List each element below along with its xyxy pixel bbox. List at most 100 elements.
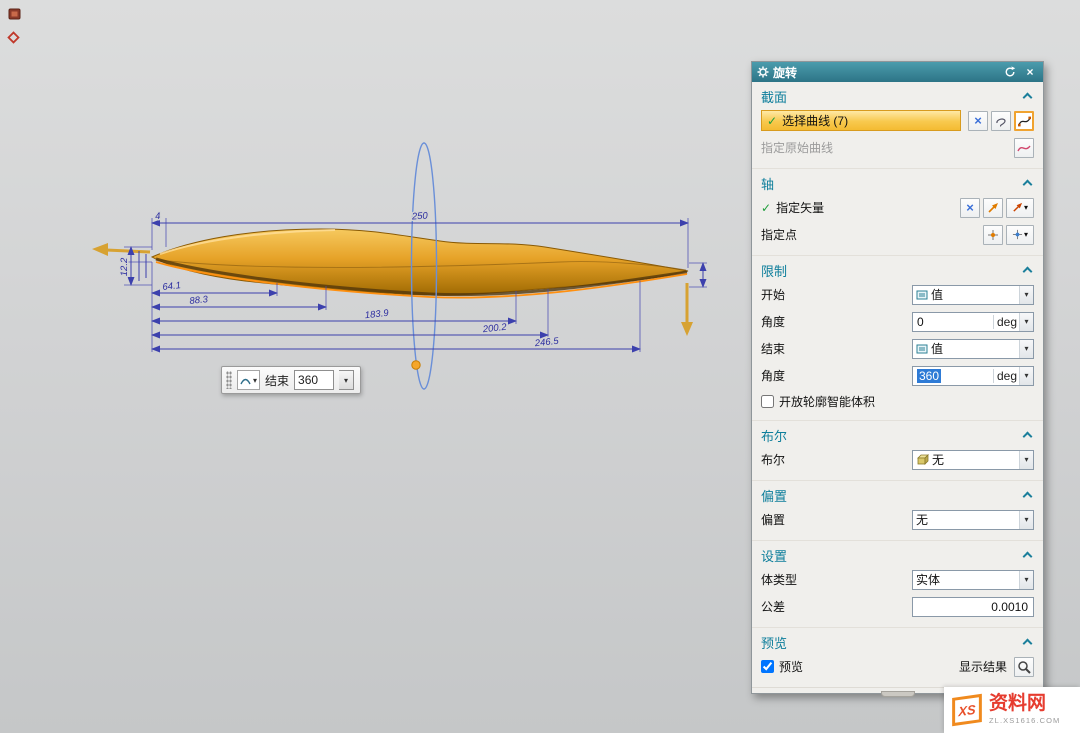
- tolerance-label: 公差: [761, 598, 785, 615]
- collapse-chevron-icon: [1023, 267, 1033, 277]
- lasso-select-button[interactable]: [991, 111, 1011, 131]
- collapse-chevron-icon: [1023, 432, 1033, 442]
- end-angle-unit: deg: [993, 369, 1019, 383]
- section-group-axis: 轴 ✓ 指定矢量 ×: [752, 168, 1043, 255]
- start-angle-unit: deg: [993, 315, 1019, 329]
- section-title: 设置: [761, 546, 787, 565]
- start-label: 开始: [761, 286, 785, 303]
- preview-checkbox[interactable]: [761, 660, 774, 673]
- dimension-label: 183.9: [364, 308, 390, 321]
- origin-curve-button[interactable]: [1014, 138, 1034, 158]
- end-angle-field[interactable]: 360 deg ▾: [912, 366, 1034, 386]
- end-limit-mini-select[interactable]: ▾: [237, 370, 260, 390]
- section-header-settings[interactable]: 设置: [761, 544, 1034, 566]
- section-header-section[interactable]: 截面: [761, 85, 1034, 107]
- body-type-label: 体类型: [761, 571, 797, 588]
- x-icon: ×: [974, 114, 982, 127]
- reset-icon: [1004, 66, 1016, 78]
- section-header-offset[interactable]: 偏置: [761, 484, 1034, 506]
- tolerance-field[interactable]: 0.0010: [912, 597, 1034, 617]
- show-result-button[interactable]: [1014, 657, 1034, 677]
- chevron-down-icon[interactable]: ▾: [1019, 571, 1033, 589]
- curve-icon: [1018, 115, 1031, 127]
- viewport-corner-icon[interactable]: [8, 6, 23, 21]
- section-group-boolean: 布尔 布尔 无 ▾: [752, 420, 1043, 480]
- chevron-down-icon[interactable]: ▾: [1019, 511, 1033, 529]
- check-icon: ✓: [761, 201, 771, 215]
- close-button[interactable]: ×: [1022, 64, 1038, 80]
- show-result-label: 显示结果: [959, 658, 1007, 675]
- dialog-titlebar[interactable]: 旋转 ×: [752, 62, 1043, 82]
- specify-point-label: 指定点: [761, 226, 797, 243]
- body-type-value: 实体: [916, 571, 1016, 588]
- watermark-site: ZL.XS1616.COM: [989, 717, 1060, 725]
- application-window: 4 250 64.1 88.3 183.9 200.2 246.5 12.2 ▾…: [0, 0, 1080, 733]
- origin-curve-icon: [1017, 142, 1031, 154]
- collapse-chevron-icon: [1023, 639, 1033, 649]
- dialog-resize-handle[interactable]: [881, 691, 915, 697]
- body-type-select[interactable]: 实体 ▾: [912, 570, 1034, 590]
- section-header-limits[interactable]: 限制: [761, 259, 1034, 281]
- open-profile-label: 开放轮廓智能体积: [779, 393, 875, 410]
- chevron-down-icon[interactable]: ▾: [1019, 286, 1033, 304]
- mini-end-label: 结束: [265, 372, 289, 389]
- specify-vector-label: 指定矢量: [776, 199, 824, 216]
- chevron-down-icon[interactable]: ▾: [1019, 340, 1033, 358]
- dimension-label: 4: [155, 211, 161, 222]
- tolerance-value: 0.0010: [991, 600, 1028, 614]
- direction-arrow[interactable]: [681, 283, 693, 336]
- deselect-x-button[interactable]: ×: [968, 111, 988, 131]
- drag-grip-icon[interactable]: [226, 371, 232, 389]
- section-header-preview[interactable]: 预览: [761, 631, 1034, 653]
- vector-dialog-button[interactable]: [983, 198, 1003, 218]
- section-group-settings: 设置 体类型 实体 ▾ 公差 0.0010: [752, 540, 1043, 627]
- start-angle-value[interactable]: 0: [913, 315, 993, 329]
- dimension-label: 12.2: [119, 257, 130, 276]
- revolved-solid-body[interactable]: [152, 229, 688, 298]
- revolve-dialog: 旋转 × 截面 ✓ 选择曲线 (7): [751, 61, 1044, 694]
- mini-angle-dropdown[interactable]: ▾: [339, 370, 354, 390]
- section-title: 偏置: [761, 486, 787, 505]
- vector-type-dropdown[interactable]: ▾: [1006, 198, 1034, 218]
- value-type-icon: [916, 343, 928, 355]
- offset-select[interactable]: 无 ▾: [912, 510, 1034, 530]
- end-angle-label: 角度: [761, 367, 785, 384]
- angle-drag-handle[interactable]: [412, 361, 420, 369]
- watermark-brand: 资料网: [989, 694, 1060, 715]
- boolean-value: 无: [932, 451, 1016, 468]
- dialog-title: 旋转: [773, 64, 998, 81]
- axis-vector-arrow[interactable]: [92, 243, 150, 256]
- end-limit-select[interactable]: 值 ▾: [912, 339, 1034, 359]
- start-limit-value: 值: [931, 286, 1016, 303]
- section-header-boolean[interactable]: 布尔: [761, 424, 1034, 446]
- check-icon: ✓: [767, 114, 777, 128]
- gear-icon: [757, 66, 769, 78]
- magnifier-icon: [1017, 660, 1031, 674]
- reverse-vector-button[interactable]: ×: [960, 198, 980, 218]
- viewport-corner-icon-2[interactable]: [7, 31, 20, 44]
- open-profile-checkbox[interactable]: [761, 395, 774, 408]
- boolean-select[interactable]: 无 ▾: [912, 450, 1034, 470]
- point-dialog-button[interactable]: [983, 225, 1003, 245]
- onscreen-input-toolbar: ▾ 结束 360 ▾: [221, 366, 361, 394]
- select-curve-field[interactable]: ✓ 选择曲线 (7): [761, 110, 961, 131]
- reset-button[interactable]: [1002, 64, 1018, 80]
- chevron-down-icon[interactable]: ▾: [1019, 313, 1033, 331]
- curve-rule-button[interactable]: [1014, 111, 1034, 131]
- section-group-section: 截面 ✓ 选择曲线 (7) ×: [752, 82, 1043, 168]
- section-title: 截面: [761, 87, 787, 106]
- vector-icon: [1012, 202, 1023, 213]
- collapse-chevron-icon: [1023, 552, 1033, 562]
- point-type-dropdown[interactable]: ▾: [1006, 225, 1034, 245]
- chevron-down-icon[interactable]: ▾: [1019, 367, 1033, 385]
- value-type-icon: [916, 289, 928, 301]
- collapse-chevron-icon: [1023, 492, 1033, 502]
- start-limit-select[interactable]: 值 ▾: [912, 285, 1034, 305]
- start-angle-field[interactable]: 0 deg ▾: [912, 312, 1034, 332]
- end-angle-value[interactable]: 360: [917, 369, 941, 383]
- mini-angle-input[interactable]: 360: [294, 370, 334, 390]
- offset-label: 偏置: [761, 511, 785, 528]
- section-header-axis[interactable]: 轴: [761, 172, 1034, 194]
- section-title: 预览: [761, 633, 787, 652]
- chevron-down-icon[interactable]: ▾: [1019, 451, 1033, 469]
